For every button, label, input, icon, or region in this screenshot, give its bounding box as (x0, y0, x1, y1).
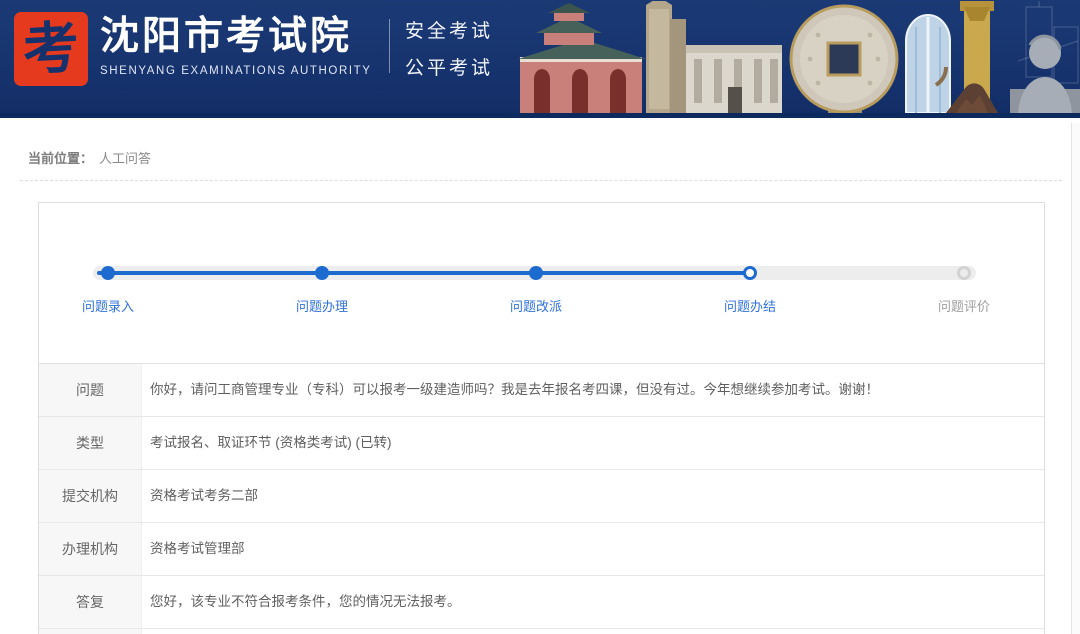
temple-shape (518, 3, 646, 113)
step-dot-3 (529, 266, 543, 280)
table-row-question: 问题 你好，请问工商管理专业（专科）可以报考一级建造师吗？我是去年报名考四课，但… (39, 364, 1044, 417)
landmarks-collage-image (518, 1, 1080, 113)
step-label-1[interactable]: 问题录入 (48, 296, 168, 315)
header-divider (389, 19, 390, 73)
glass-tower-shape (905, 14, 951, 113)
row-label: 办理机构 (39, 523, 142, 575)
breadcrumb: 当前位置： 人工问答 (0, 118, 1080, 167)
site-header: 考 沈阳市考试院 SHENYANG EXAMINATIONS AUTHORITY… (0, 0, 1080, 118)
dashed-divider (20, 180, 1062, 181)
row-value: 考试报名、取证环节 (资格类考试) (已转) (150, 434, 392, 450)
page: 考 沈阳市考试院 SHENYANG EXAMINATIONS AUTHORITY… (0, 0, 1080, 634)
table-row-type: 类型 考试报名、取证环节 (资格类考试) (已转) (39, 417, 1044, 470)
step-dot-5 (957, 266, 971, 280)
step-label-3[interactable]: 问题改派 (476, 296, 596, 315)
table-row-reply: 答复 您好，该专业不符合报考条件，您的情况无法报考。 (39, 576, 1044, 629)
row-label: 问题 (39, 364, 142, 416)
step-dot-4 (743, 266, 757, 280)
progress-stepper: 问题录入 问题办理 问题改派 问题办结 问题评价 (39, 203, 1044, 363)
seal-character: 考 (21, 15, 81, 82)
slogan-line-2: 公平考试 (405, 58, 494, 79)
site-title-block[interactable]: 沈阳市考试院 SHENYANG EXAMINATIONS AUTHORITY (100, 15, 372, 77)
table-row-handle-org: 办理机构 资格考试管理部 (39, 523, 1044, 576)
breadcrumb-current[interactable]: 人工问答 (99, 151, 151, 166)
row-label: 类型 (39, 417, 142, 469)
row-value: 您好，该专业不符合报考条件，您的情况无法报考。 (150, 593, 461, 609)
scrollbar[interactable] (1071, 123, 1080, 634)
site-subtitle: SHENYANG EXAMINATIONS AUTHORITY (100, 64, 372, 77)
table-row-submit-org: 提交机构 资格考试考务二部 (39, 470, 1044, 523)
row-value: 资格考试考务二部 (150, 487, 258, 503)
slogan-line-1: 安全考试 (405, 21, 494, 42)
row-label: 提交机构 (39, 470, 142, 522)
classical-building-shape (686, 45, 782, 113)
step-label-2[interactable]: 问题办理 (262, 296, 382, 315)
statue-shape (1010, 34, 1080, 113)
slogan: 安全考试 公平考试 (405, 13, 493, 87)
table-row-next-partial (39, 629, 1044, 634)
site-title: 沈阳市考试院 (100, 15, 353, 58)
row-label: 答复 (39, 576, 142, 628)
seal-logo-icon[interactable]: 考 (14, 12, 88, 86)
step-dot-2 (315, 266, 329, 280)
qa-detail-table: 问题 你好，请问工商管理专业（专科）可以报考一级建造师吗？我是去年报名考四课，但… (39, 363, 1044, 634)
qa-detail-panel: 问题录入 问题办理 问题改派 问题办结 问题评价 问题 你好，请问工商管理专业（… (38, 202, 1045, 634)
skyscraper-shape (646, 1, 686, 113)
monument-shape (946, 1, 998, 113)
stepper-progress-line (97, 271, 754, 275)
row-value: 资格考试管理部 (150, 540, 245, 556)
row-value: 你好，请问工商管理专业（专科）可以报考一级建造师吗？我是去年报名考四课，但没有过… (150, 381, 879, 397)
coin-building-shape (789, 4, 899, 113)
step-label-5[interactable]: 问题评价 (904, 296, 1024, 315)
breadcrumb-prefix: 当前位置： (28, 151, 94, 166)
step-dot-1 (101, 266, 115, 280)
step-label-4[interactable]: 问题办结 (690, 296, 810, 315)
